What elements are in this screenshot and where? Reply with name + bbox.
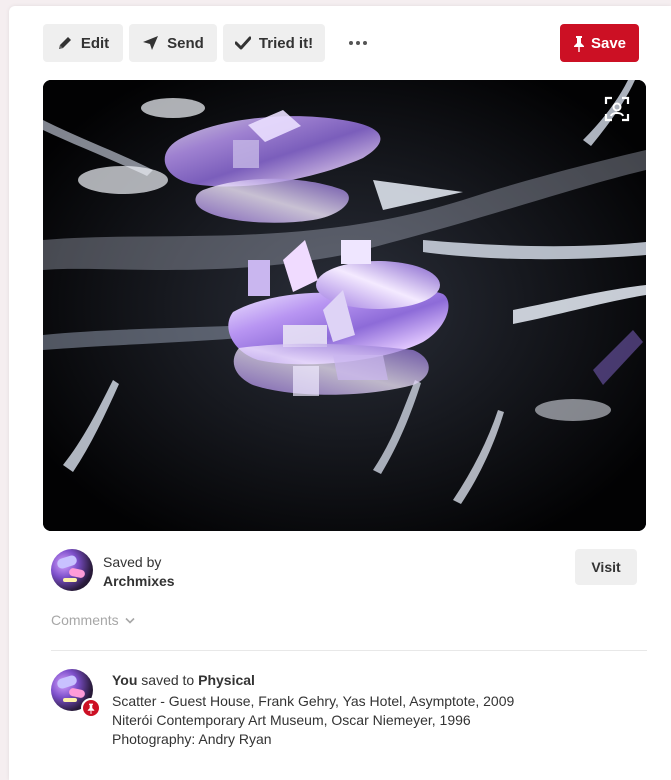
pin-badge-icon bbox=[81, 698, 101, 718]
send-button-label: Send bbox=[167, 34, 204, 52]
tried-it-button[interactable]: Tried it! bbox=[223, 24, 325, 62]
divider bbox=[51, 650, 647, 651]
pin-description: Scatter - Guest House, Frank Gehry, Yas … bbox=[112, 693, 515, 747]
edit-button-label: Edit bbox=[80, 34, 110, 52]
visit-button[interactable]: Visit bbox=[575, 549, 637, 585]
comments-toggle[interactable]: Comments bbox=[51, 612, 135, 628]
send-button[interactable]: Send bbox=[129, 24, 217, 62]
activity-header: You saved to Physical bbox=[112, 672, 255, 688]
paper-plane-icon bbox=[143, 36, 159, 50]
chevron-down-icon bbox=[125, 617, 135, 624]
avatar[interactable] bbox=[51, 549, 93, 591]
board-link[interactable]: Physical bbox=[198, 672, 255, 688]
saved-by-username[interactable]: Archmixes bbox=[103, 573, 175, 589]
activity-verb: saved to bbox=[141, 672, 195, 688]
pencil-icon bbox=[58, 37, 71, 49]
save-button[interactable]: Save bbox=[560, 24, 639, 62]
pin-card: Edit Send Tried it! Save Saved by Archmi… bbox=[9, 6, 671, 780]
pin-image[interactable] bbox=[43, 80, 646, 531]
saved-by-label: Saved by bbox=[103, 554, 162, 570]
comments-label: Comments bbox=[51, 612, 119, 628]
save-button-label: Save bbox=[590, 34, 627, 52]
visual-search-icon[interactable] bbox=[604, 96, 630, 122]
more-horizontal-icon bbox=[349, 41, 353, 45]
pin-icon bbox=[573, 35, 584, 52]
edit-button[interactable]: Edit bbox=[43, 24, 123, 62]
tried-it-button-label: Tried it! bbox=[258, 34, 314, 52]
pin-toolbar: Edit Send Tried it! Save bbox=[43, 24, 641, 62]
activity-actor: You bbox=[112, 672, 138, 688]
visit-button-label: Visit bbox=[591, 559, 621, 575]
checkmark-icon bbox=[234, 36, 251, 50]
architecture-photo bbox=[43, 80, 646, 531]
more-options-button[interactable] bbox=[343, 24, 373, 62]
saved-by-section: Saved by Archmixes bbox=[51, 548, 351, 592]
